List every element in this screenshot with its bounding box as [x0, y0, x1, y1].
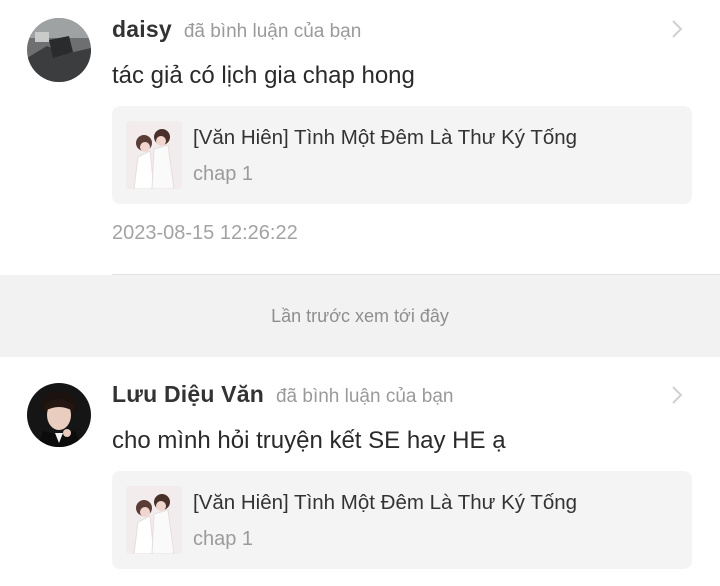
separator-label: Lần trước xem tới đây — [271, 305, 449, 326]
story-title: [Văn Hiên] Tình Một Đêm Là Thư Ký Tống — [193, 491, 578, 514]
action-text: đã bình luận của bạn — [275, 386, 454, 407]
username[interactable]: Lưu Diệu Văn — [112, 381, 264, 408]
comment-text: tác giả có lịch gia chap hong — [112, 62, 415, 89]
chevron-right-icon[interactable] — [670, 18, 684, 40]
chapter-label: chap 1 — [193, 528, 254, 550]
chevron-right-icon[interactable] — [670, 384, 684, 406]
timestamp: 2023-08-15 12:26:22 — [112, 222, 298, 244]
story-thumbnail — [126, 121, 182, 189]
notification-item[interactable]: daisy đã bình luận của bạn tác giả có lị… — [0, 0, 720, 275]
notification-header: Lưu Diệu Văn đã bình luận của bạn — [112, 381, 453, 408]
avatar[interactable] — [27, 383, 91, 447]
story-card[interactable]: [Văn Hiên] Tình Một Đêm Là Thư Ký Tống c… — [112, 106, 692, 204]
action-text: đã bình luận của bạn — [183, 21, 362, 42]
story-thumbnail — [126, 486, 182, 554]
divider — [112, 274, 720, 275]
notification-item[interactable]: Lưu Diệu Văn đã bình luận của bạn cho mì… — [0, 357, 720, 586]
username[interactable]: daisy — [112, 16, 172, 43]
avatar[interactable] — [27, 18, 91, 82]
notification-header: daisy đã bình luận của bạn — [112, 16, 361, 43]
last-viewed-separator: Lần trước xem tới đây — [0, 275, 720, 357]
story-title: [Văn Hiên] Tình Một Đêm Là Thư Ký Tống — [193, 126, 578, 149]
comment-text: cho mình hỏi truyện kết SE hay HE ạ — [112, 427, 506, 454]
story-card[interactable]: [Văn Hiên] Tình Một Đêm Là Thư Ký Tống c… — [112, 471, 692, 569]
chapter-label: chap 1 — [193, 163, 254, 185]
